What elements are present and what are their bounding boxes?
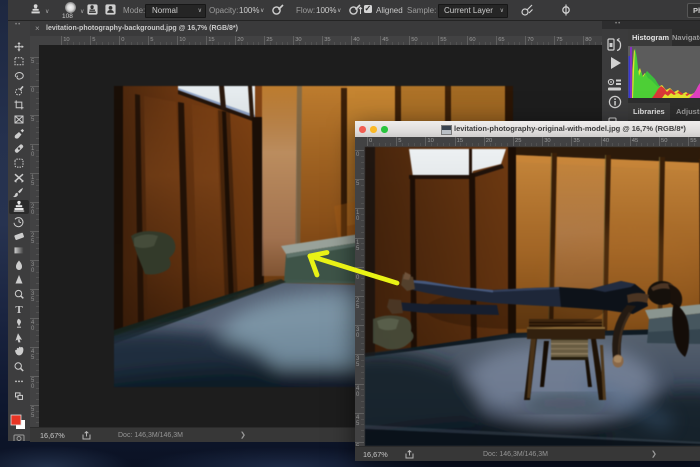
svg-text:T: T [15, 304, 23, 316]
